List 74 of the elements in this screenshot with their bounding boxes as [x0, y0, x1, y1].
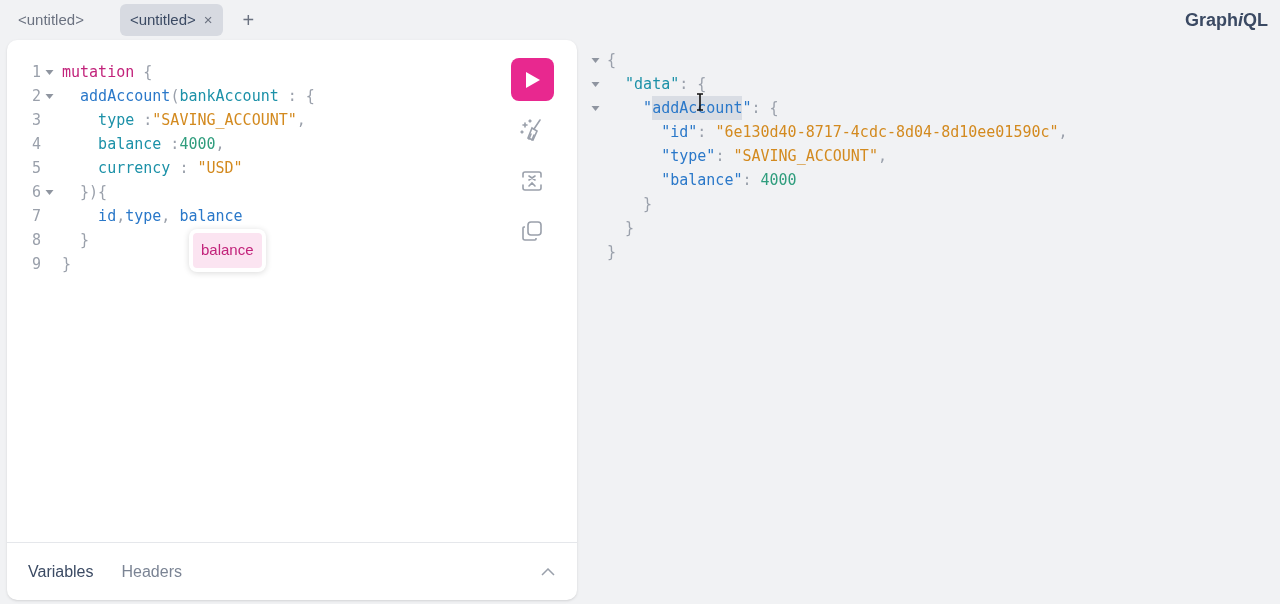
- code-token: : {: [751, 98, 779, 119]
- code-token: : {: [286, 86, 315, 107]
- code-token: "SAVING_ACCOUNT": [152, 110, 297, 131]
- code-token: }: [79, 230, 90, 251]
- code-token: addAccount: [79, 86, 171, 107]
- tab[interactable]: <untitled>: [8, 4, 94, 36]
- merge-icon[interactable]: [520, 169, 544, 193]
- code-token: id: [97, 206, 117, 227]
- code-token: ": [742, 98, 752, 119]
- fold-caret-icon[interactable]: [591, 56, 600, 64]
- line-number: 3: [30, 110, 42, 131]
- code-token: :: [742, 170, 753, 191]
- code-token: }: [642, 194, 653, 215]
- line-number: 9: [30, 254, 42, 275]
- line-number: 2: [30, 86, 42, 107]
- code-token: ,: [1058, 122, 1068, 143]
- line-number: 5: [30, 158, 42, 179]
- code-token: :: [142, 110, 153, 131]
- code-token: }: [607, 242, 617, 263]
- code-token: "USD": [197, 158, 243, 179]
- code-token: (: [170, 86, 180, 107]
- code-token: "type": [660, 146, 716, 167]
- logo: GraphiQL: [1184, 8, 1268, 32]
- code-token: currency: [97, 158, 171, 179]
- code-token: type: [125, 206, 162, 227]
- add-tab-button[interactable]: +: [236, 5, 261, 35]
- close-icon[interactable]: ×: [203, 8, 213, 32]
- fold-caret-icon[interactable]: [591, 104, 600, 112]
- code-token: type: [97, 110, 135, 131]
- line-number: 7: [30, 206, 42, 227]
- code-token: :: [169, 134, 180, 155]
- run-button[interactable]: [510, 58, 554, 101]
- editor-tab[interactable]: Headers: [112, 555, 191, 588]
- code-token: "6e130d40-8717-4cdc-8d04-8d10ee01590c": [715, 122, 1059, 143]
- suggestion-item[interactable]: balance: [193, 233, 262, 268]
- fold-caret-icon[interactable]: [45, 92, 54, 100]
- code-token: "balance": [660, 170, 743, 191]
- code-token: }){: [79, 182, 108, 203]
- chevron-up-icon[interactable]: [541, 567, 555, 576]
- code-token: ,: [116, 206, 126, 227]
- fold-caret-icon[interactable]: [591, 80, 600, 88]
- line-number: 4: [30, 134, 42, 155]
- code-token: {: [142, 62, 153, 83]
- fold-caret-icon[interactable]: [45, 68, 54, 76]
- code-token: ,: [877, 146, 887, 167]
- code-token: balance: [97, 134, 162, 155]
- code-token: :: [178, 158, 190, 179]
- code-token: mutation: [62, 62, 135, 83]
- code-token: 4000: [179, 134, 216, 155]
- code-token: bankAccount: [179, 86, 279, 107]
- fold-caret-icon[interactable]: [45, 188, 54, 196]
- play-icon: [523, 70, 541, 89]
- code-token: :: [697, 122, 708, 143]
- copy-icon[interactable]: [520, 219, 544, 243]
- line-number: 8: [30, 230, 42, 251]
- editor-tab[interactable]: Variables: [19, 555, 103, 588]
- code-token: 4000: [760, 170, 797, 191]
- code-token: ": [642, 98, 653, 119]
- code-token: }: [624, 218, 635, 239]
- code-token: "id": [660, 122, 698, 143]
- code-token: "data": [624, 74, 680, 95]
- line-number: 1: [30, 62, 42, 83]
- line-number: 6: [30, 182, 42, 203]
- code-token: balance: [179, 206, 243, 227]
- code-token: :: [715, 146, 726, 167]
- code-token: ,: [161, 206, 172, 227]
- code-token: ,: [215, 134, 225, 155]
- code-token: }: [62, 254, 72, 275]
- code-token: "SAVING_ACCOUNT": [733, 146, 878, 167]
- code-token: addAccount: [652, 96, 743, 120]
- code-token: ,: [296, 110, 306, 131]
- code-token: : {: [679, 74, 707, 95]
- code-token: {: [607, 50, 617, 71]
- tab[interactable]: <untitled> ×: [119, 4, 223, 36]
